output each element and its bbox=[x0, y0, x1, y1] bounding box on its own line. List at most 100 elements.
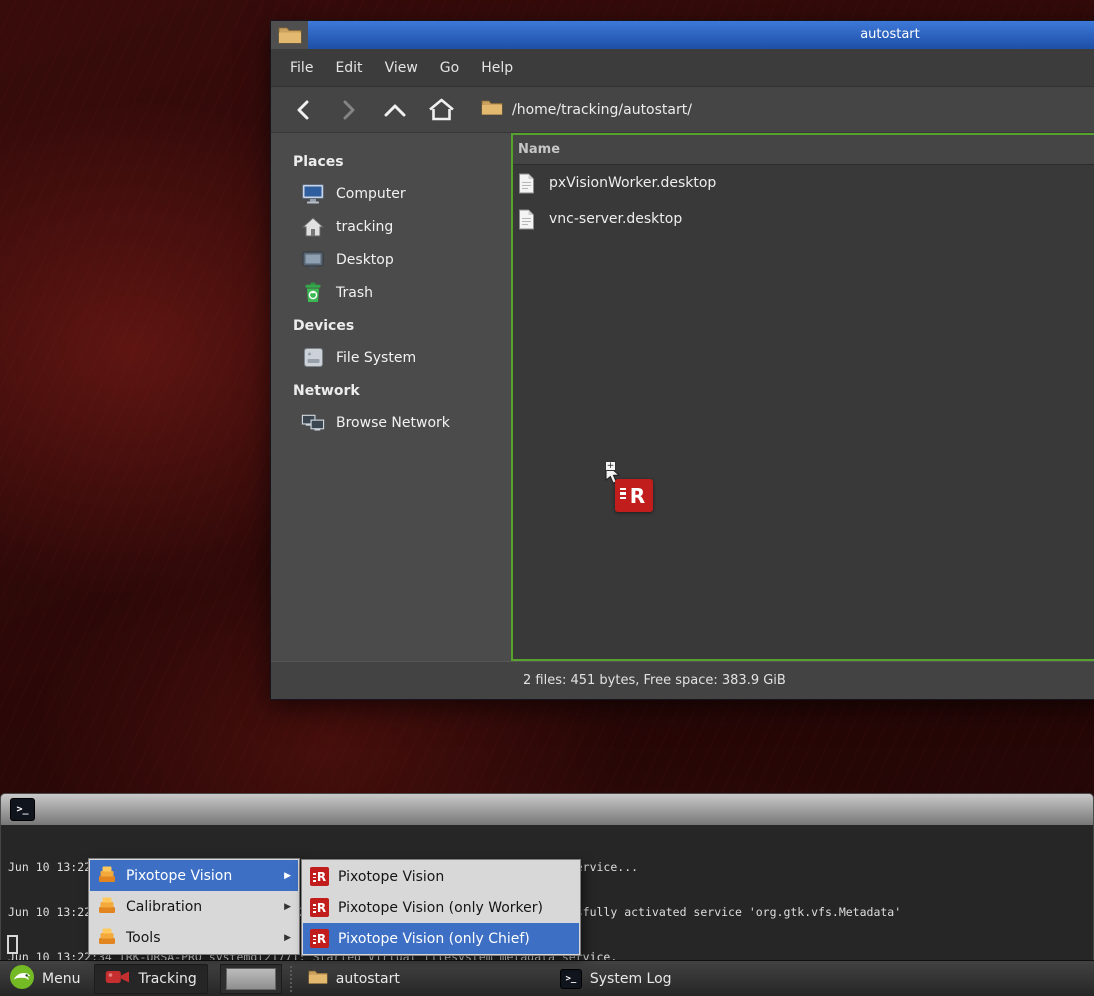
submenu-arrow-icon: ▶ bbox=[284, 871, 291, 881]
column-header-name[interactable]: Name bbox=[513, 135, 1094, 165]
pixotope-vision-drag-icon: R bbox=[615, 479, 653, 512]
submenu-item-pixotope-vision[interactable]: R Pixotope Vision bbox=[303, 861, 579, 892]
terminal-titlebar[interactable]: >_ bbox=[0, 793, 1094, 825]
file-icon bbox=[518, 209, 538, 230]
home-icon bbox=[428, 98, 455, 121]
taskbar-item-system-log[interactable]: >_ System Log bbox=[549, 964, 683, 994]
submenu-item-pixotope-vision-worker[interactable]: R Pixotope Vision (only Worker) bbox=[303, 892, 579, 923]
sidebar-section-places: Places bbox=[271, 145, 511, 177]
opensuse-logo-icon bbox=[9, 964, 35, 994]
taskbar-item-autostart[interactable]: autostart bbox=[297, 964, 411, 994]
file-icon bbox=[518, 173, 538, 194]
forward-button[interactable] bbox=[329, 92, 369, 128]
pixotope-icon bbox=[97, 864, 117, 888]
start-menu-button[interactable]: Menu bbox=[0, 961, 89, 996]
menu-help[interactable]: Help bbox=[470, 54, 524, 82]
taskbar-item-label: System Log bbox=[590, 971, 672, 987]
terminal-icon: >_ bbox=[560, 969, 582, 989]
pixotope-vision-icon: R bbox=[310, 867, 329, 886]
chevron-up-icon bbox=[384, 103, 406, 117]
trash-icon bbox=[301, 282, 325, 304]
path-bar[interactable]: /home/tracking/autostart/ bbox=[481, 99, 692, 120]
taskbar: Menu Tracking autostart >_ System Log bbox=[0, 960, 1094, 996]
copy-plus-badge-icon: + bbox=[605, 461, 616, 471]
taskbar-item-label: autostart bbox=[336, 971, 400, 987]
sidebar-item-browse-network[interactable]: Browse Network bbox=[271, 406, 511, 439]
sidebar-item-home[interactable]: tracking bbox=[271, 210, 511, 243]
sidebar-item-desktop[interactable]: Desktop bbox=[271, 243, 511, 276]
up-button[interactable] bbox=[375, 92, 415, 128]
desktop-icon bbox=[301, 249, 325, 271]
sidebar-item-label: Computer bbox=[336, 186, 406, 202]
menu-item-calibration[interactable]: Calibration ▶ bbox=[90, 891, 298, 922]
terminal-icon: >_ bbox=[10, 798, 35, 821]
taskbar-item-tracking[interactable]: Tracking bbox=[94, 964, 207, 994]
column-header-label: Name bbox=[518, 142, 560, 157]
path-text: /home/tracking/autostart/ bbox=[512, 102, 692, 118]
tracking-camera-icon bbox=[105, 968, 130, 990]
window-thumbnail[interactable] bbox=[220, 964, 282, 994]
desktop-background: autostart File Edit View Go Help bbox=[0, 0, 1094, 996]
status-bar: 2 files: 451 bytes, Free space: 383.9 Gi… bbox=[271, 661, 1094, 699]
back-button[interactable] bbox=[283, 92, 323, 128]
sidebar-item-label: tracking bbox=[336, 219, 393, 235]
menu-item-label: Calibration bbox=[126, 899, 275, 915]
file-name: vnc-server.desktop bbox=[549, 211, 682, 227]
submenu-arrow-icon: ▶ bbox=[284, 933, 291, 943]
file-manager-window: autostart File Edit View Go Help bbox=[270, 20, 1094, 700]
menu-file[interactable]: File bbox=[279, 54, 324, 82]
window-title: autostart bbox=[271, 21, 1094, 49]
menu-item-pixotope-vision[interactable]: Pixotope Vision ▶ bbox=[90, 860, 298, 891]
home-button[interactable] bbox=[421, 92, 461, 128]
taskbar-item-label: Tracking bbox=[138, 971, 196, 987]
sidebar-item-file-system[interactable]: File System bbox=[271, 341, 511, 374]
pixotope-vision-icon: R bbox=[310, 929, 329, 948]
sidebar-item-label: File System bbox=[336, 350, 416, 366]
applications-menu: Pixotope Vision ▶ Calibration ▶ Tools ▶ bbox=[88, 858, 300, 955]
submenu-item-pixotope-vision-chief[interactable]: R Pixotope Vision (only Chief) bbox=[303, 923, 579, 954]
thumbnail-preview bbox=[226, 968, 276, 990]
toolbar: /home/tracking/autostart/ bbox=[271, 87, 1094, 133]
file-row[interactable]: vnc-server.desktop bbox=[513, 201, 1094, 237]
file-list-pane[interactable]: Name pxVisionWorker.desktop vnc-server.d… bbox=[511, 133, 1094, 661]
sidebar: Places Computer tracking bbox=[271, 133, 511, 661]
start-menu-label: Menu bbox=[42, 971, 80, 987]
menubar: File Edit View Go Help bbox=[271, 49, 1094, 87]
terminal-cursor bbox=[7, 935, 18, 954]
sidebar-item-trash[interactable]: Trash bbox=[271, 276, 511, 309]
sidebar-item-computer[interactable]: Computer bbox=[271, 177, 511, 210]
titlebar[interactable]: autostart bbox=[271, 21, 1094, 49]
pixotope-icon bbox=[97, 895, 117, 919]
sidebar-section-devices: Devices bbox=[271, 309, 511, 341]
menu-view[interactable]: View bbox=[374, 54, 429, 82]
pixotope-vision-icon: R bbox=[310, 898, 329, 917]
folder-icon bbox=[308, 969, 328, 989]
menu-item-label: Pixotope Vision (only Chief) bbox=[338, 931, 572, 947]
chevron-right-icon bbox=[341, 100, 357, 120]
sidebar-item-label: Trash bbox=[336, 285, 373, 301]
sidebar-item-label: Browse Network bbox=[336, 415, 450, 431]
pixotope-icon bbox=[97, 926, 117, 950]
folder-icon bbox=[481, 99, 503, 120]
menu-item-label: Pixotope Vision (only Worker) bbox=[338, 900, 572, 916]
menu-item-label: Pixotope Vision bbox=[338, 869, 572, 885]
sidebar-item-label: Desktop bbox=[336, 252, 394, 268]
sidebar-section-network: Network bbox=[271, 374, 511, 406]
drive-icon bbox=[301, 347, 325, 369]
menu-go[interactable]: Go bbox=[429, 54, 470, 82]
status-text: 2 files: 451 bytes, Free space: 383.9 Gi… bbox=[523, 673, 786, 688]
computer-icon bbox=[301, 183, 325, 205]
menu-item-tools[interactable]: Tools ▶ bbox=[90, 922, 298, 953]
pixotope-vision-submenu: R Pixotope Vision R Pixotope Vision (onl… bbox=[301, 859, 581, 956]
home-folder-icon bbox=[301, 216, 325, 238]
menu-item-label: Pixotope Vision bbox=[126, 868, 275, 884]
network-icon bbox=[301, 412, 325, 434]
menu-edit[interactable]: Edit bbox=[324, 54, 373, 82]
chevron-left-icon bbox=[295, 100, 311, 120]
file-row[interactable]: pxVisionWorker.desktop bbox=[513, 165, 1094, 201]
taskbar-separator bbox=[290, 966, 292, 992]
menu-item-label: Tools bbox=[126, 930, 275, 946]
file-name: pxVisionWorker.desktop bbox=[549, 175, 716, 191]
drag-cursor: + R bbox=[603, 463, 663, 519]
submenu-arrow-icon: ▶ bbox=[284, 902, 291, 912]
